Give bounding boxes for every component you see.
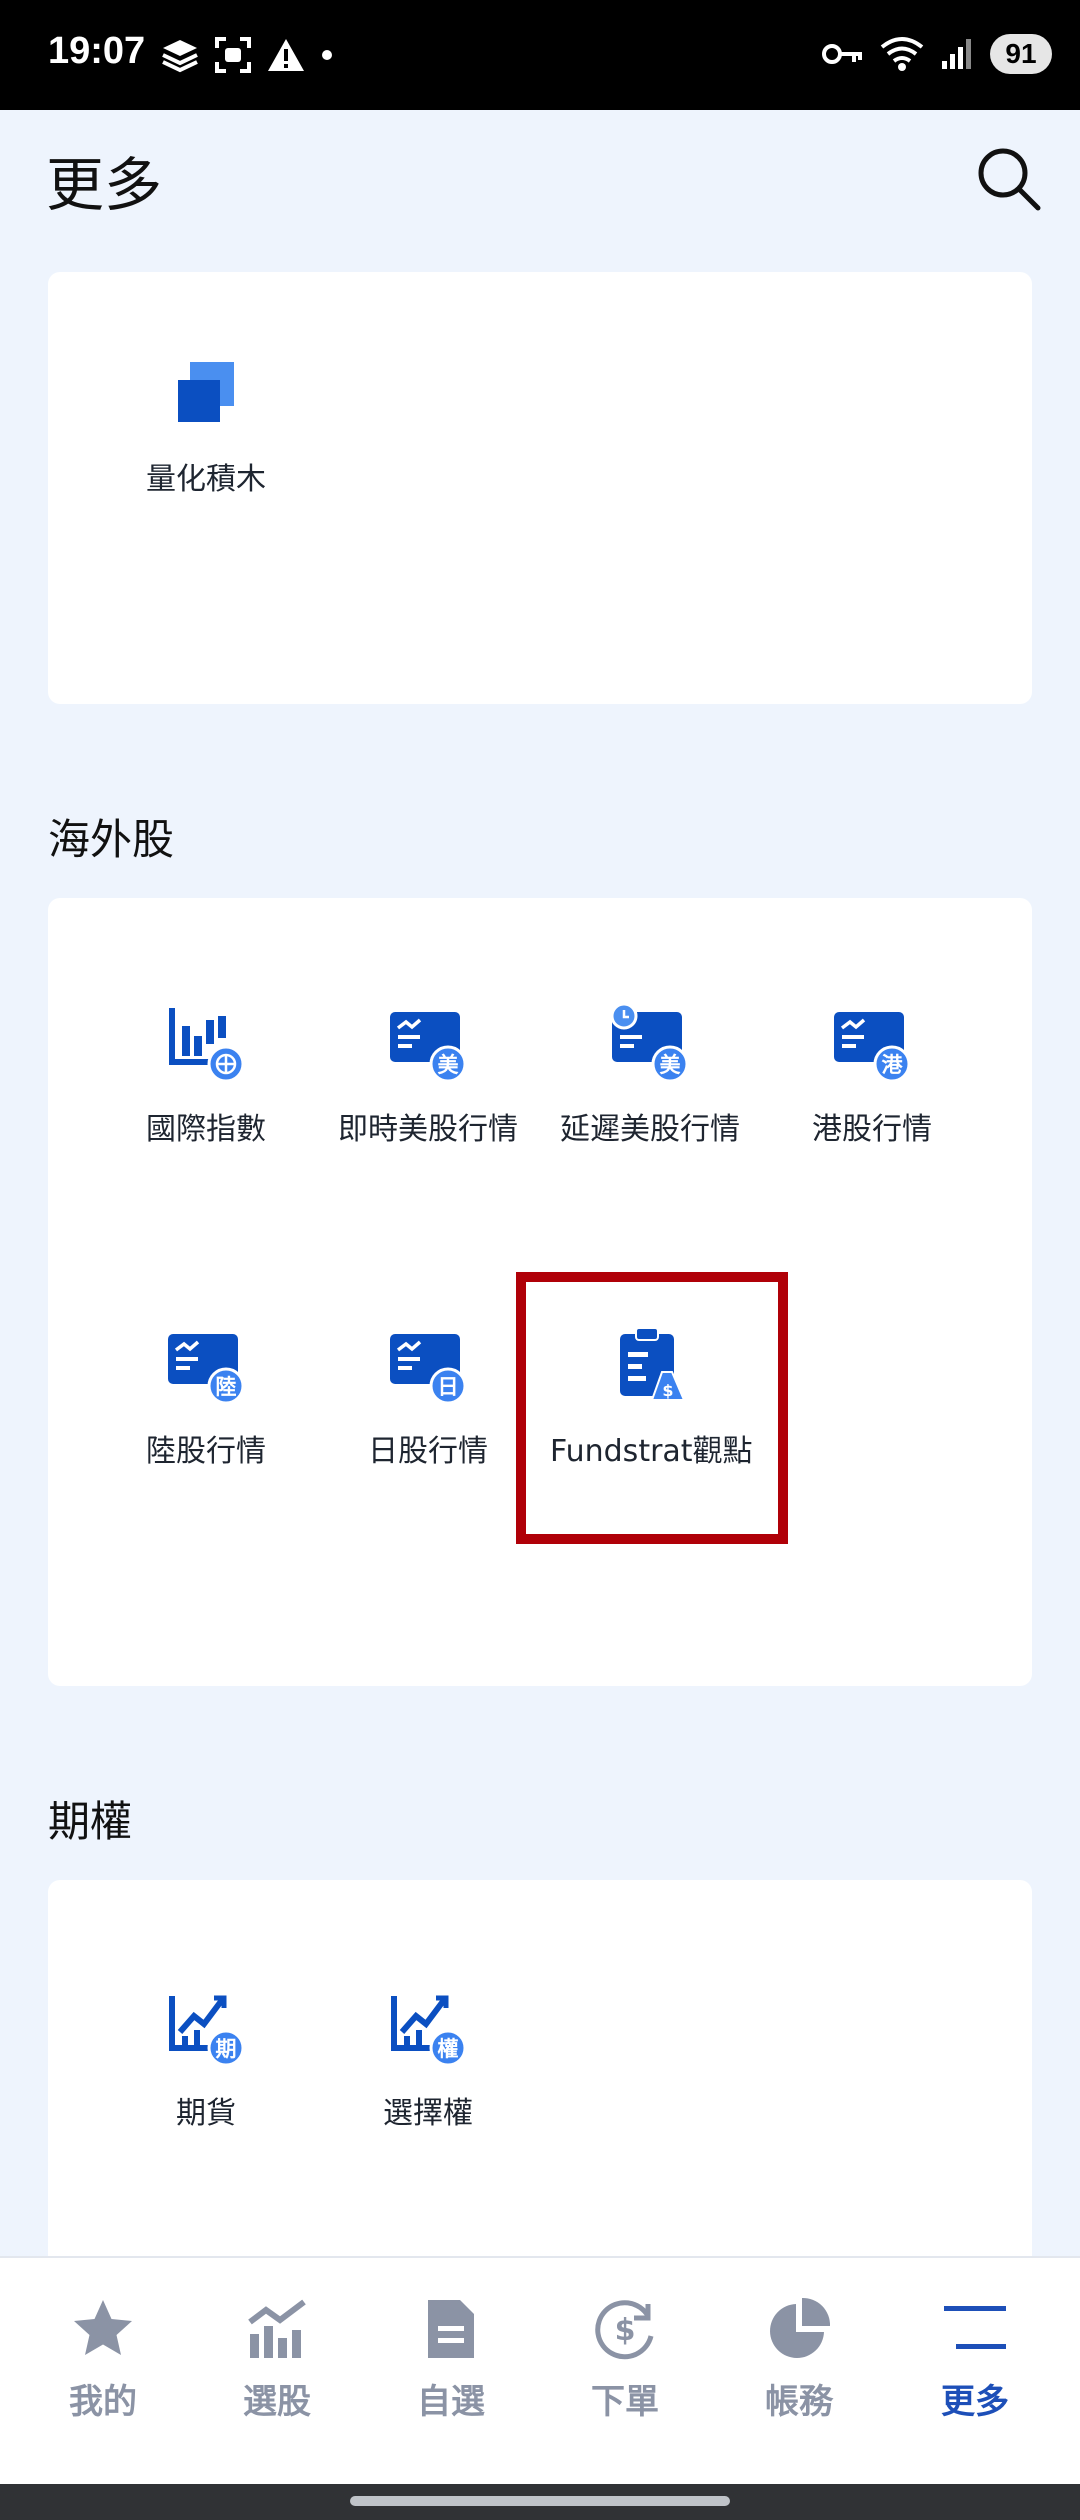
bottom-nav: 我的 選股 自選 $ 下單 帳務 更多 (0, 2256, 1080, 2486)
search-icon[interactable] (972, 142, 1044, 214)
quote-card-icon: 美 (390, 1012, 467, 1083)
tile-options[interactable]: 權 選擇權 (328, 1986, 528, 2132)
section-title-overseas: 海外股 (48, 815, 175, 864)
header: 更多 (0, 110, 1080, 270)
tile-label: 延遲美股行情 (560, 1112, 740, 1147)
page-title: 更多 (46, 151, 163, 219)
cell-signal-icon (942, 39, 971, 69)
nav-label: 下單 (591, 2382, 659, 2422)
key-icon (822, 44, 862, 64)
nav-label: 帳務 (765, 2382, 833, 2422)
nav-item-account[interactable]: 帳務 (724, 2294, 874, 2423)
svg-text:美: 美 (438, 1053, 459, 1077)
tile-futures[interactable]: 期 期貨 (106, 1986, 306, 2132)
home-gesture-handle[interactable] (350, 2496, 730, 2506)
svg-text:$: $ (615, 2313, 636, 2348)
scan-notification-icon (215, 37, 251, 73)
svg-text:陸: 陸 (216, 1375, 237, 1399)
nav-item-more[interactable]: 更多 (900, 2294, 1050, 2423)
tile-quant-blocks[interactable]: 量化積木 (106, 352, 306, 498)
tools-card: 量化積木 (48, 272, 1032, 704)
tile-japan-quotes[interactable]: 日 日股行情 (328, 1324, 528, 1470)
system-icons: 91 (822, 34, 1052, 74)
nav-label: 自選 (417, 2382, 485, 2422)
nav-label: 選股 (243, 2382, 311, 2422)
tile-international-index[interactable]: 國際指數 (106, 1002, 306, 1148)
layers-notification-icon (162, 40, 198, 73)
trend-chart-icon: 權 (391, 1995, 467, 2067)
gesture-bar (0, 2484, 1080, 2520)
blocks-icon (178, 362, 234, 422)
notification-icons (160, 36, 334, 74)
nav-item-mine[interactable]: 我的 (28, 2294, 178, 2423)
quote-card-icon: 日 (390, 1334, 467, 1405)
status-bar: 19:07 91 (0, 0, 1080, 110)
document-icon (428, 2300, 474, 2358)
nav-item-order[interactable]: $ 下單 (550, 2294, 700, 2423)
warning-notification-icon (268, 39, 304, 71)
quote-card-icon: 港 (834, 1012, 911, 1083)
highlight-box (516, 1272, 788, 1544)
tile-label: 選擇權 (383, 2096, 473, 2131)
status-time: 19:07 (48, 30, 146, 72)
tile-label: 國際指數 (146, 1112, 266, 1147)
tile-realtime-us-quotes[interactable]: 美 即時美股行情 (328, 1002, 528, 1148)
trend-chart-icon: 期 (169, 1995, 245, 2067)
tile-hk-quotes[interactable]: 港 港股行情 (772, 1002, 972, 1148)
svg-text:期: 期 (216, 2037, 237, 2061)
tile-label: 即時美股行情 (338, 1112, 518, 1147)
options-card: 期 期貨 權 選擇權 (48, 1880, 1032, 2280)
tile-label: 日股行情 (368, 1434, 488, 1469)
chart-icon (248, 2299, 306, 2358)
svg-text:權: 權 (438, 2037, 459, 2061)
bar-chart-globe-icon (169, 1008, 245, 1083)
tile-label: 陸股行情 (146, 1434, 266, 1469)
nav-label: 我的 (69, 2382, 137, 2422)
svg-text:美: 美 (660, 1053, 681, 1077)
battery-indicator: 91 (990, 34, 1052, 74)
tile-label: 期貨 (176, 2096, 236, 2131)
wifi-icon (880, 37, 924, 71)
tile-delayed-us-quotes[interactable]: 美 延遲美股行情 (550, 1002, 750, 1148)
menu-icon (944, 2306, 1006, 2349)
svg-text:日: 日 (438, 1375, 459, 1399)
tile-label: 港股行情 (812, 1112, 932, 1147)
star-icon (74, 2300, 132, 2355)
tile-label: 量化積木 (146, 462, 266, 497)
nav-item-stock-screener[interactable]: 選股 (202, 2294, 352, 2423)
section-title-options: 期權 (48, 1797, 133, 1846)
quote-card-clock-icon: 美 (610, 1002, 689, 1083)
quote-card-icon: 陸 (168, 1334, 245, 1405)
pie-chart-icon (770, 2297, 831, 2358)
dot-notification-icon (322, 50, 332, 60)
dollar-cycle-icon: $ (595, 2300, 654, 2360)
svg-text:港: 港 (882, 1053, 904, 1077)
nav-item-watchlist[interactable]: 自選 (376, 2294, 526, 2423)
tile-china-quotes[interactable]: 陸 陸股行情 (106, 1324, 306, 1470)
nav-label: 更多 (941, 2382, 1009, 2422)
